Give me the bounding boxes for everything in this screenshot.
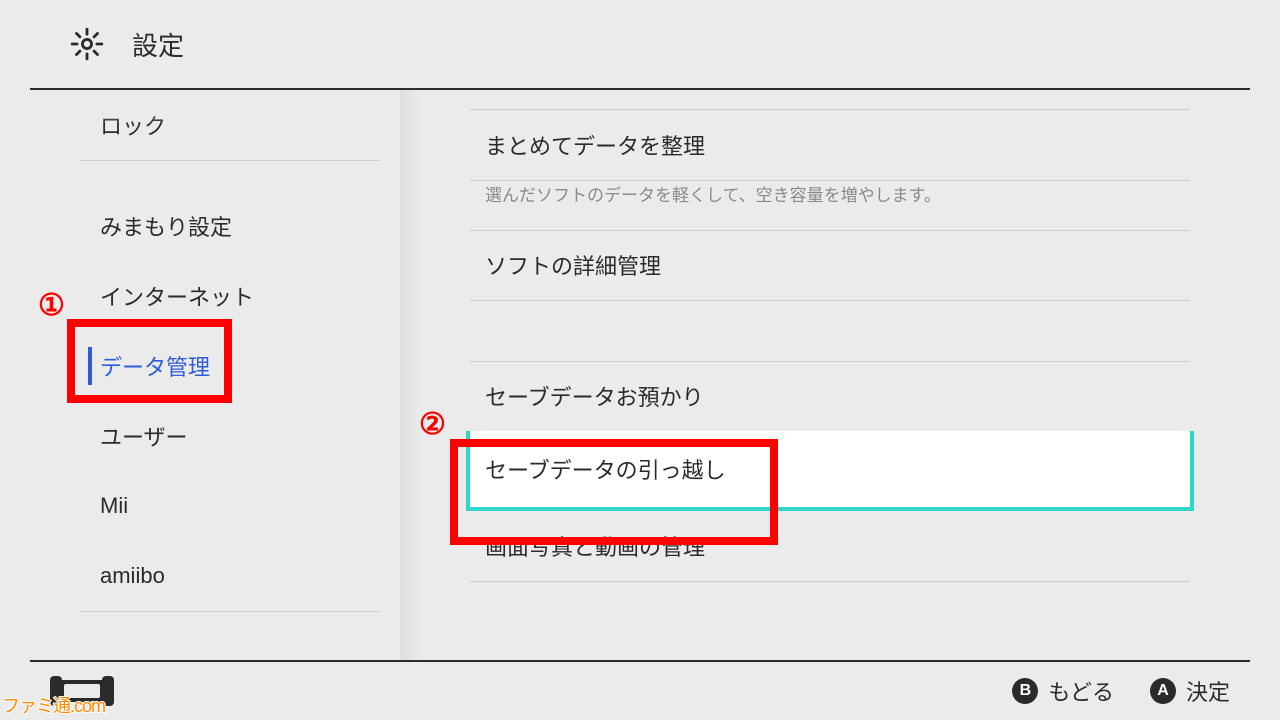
sidebar-item-mii[interactable]: Mii [0,471,410,541]
sidebar-item-users[interactable]: ユーザー [0,401,410,471]
sidebar-item-label: ユーザー [100,420,188,452]
sidebar-item-label: ロック [100,109,166,141]
header: 設定 [0,0,1280,88]
sidebar-item-amiibo[interactable]: amiibo [0,541,410,611]
sidebar-item-data-management[interactable]: データ管理 [0,331,410,401]
sidebar-item-parental[interactable]: みまもり設定 [0,191,410,261]
content-pane: まとめてデータを整理 選んだソフトのデータを軽くして、空き容量を増やします。 ソ… [470,90,1190,660]
watermark: ファミ通.com [2,692,105,718]
b-button-icon: B [1012,678,1038,704]
content-divider [470,581,1190,582]
hint-label: もどる [1048,675,1114,707]
row-label: セーブデータの引っ越し [485,453,726,485]
settings-sidebar: ロック みまもり設定 インターネット データ管理 ユーザー Mii amiibo [0,90,410,660]
sidebar-divider [80,611,380,612]
annotation-number-2: ② [419,407,446,442]
sidebar-item-label: インターネット [100,280,254,312]
row-description: 選んだソフトのデータを軽くして、空き容量を増やします。 [470,181,1190,230]
content-divider [470,90,1190,110]
row-label: セーブデータお預かり [485,380,704,412]
sidebar-item-internet[interactable]: インターネット [0,261,410,331]
sidebar-item-label: みまもり設定 [100,210,232,242]
sidebar-item-label: データ管理 [100,350,210,382]
footer: B もどる A 決定 [0,662,1280,720]
a-button-icon: A [1150,678,1176,704]
hint-a-ok: A 決定 [1150,675,1230,707]
row-screenshots[interactable]: 画面写真と動画の管理 [470,511,1190,581]
row-label: 画面写真と動画の管理 [485,530,705,562]
row-bulk-organize[interactable]: まとめてデータを整理 [470,110,1190,180]
row-label: ソフトの詳細管理 [485,249,661,281]
page-title: 設定 [132,26,184,63]
sidebar-item-label: amiibo [100,563,165,589]
sidebar-item-lock[interactable]: ロック [0,90,410,160]
hint-label: 決定 [1186,675,1230,707]
row-save-transfer[interactable]: セーブデータの引っ越し [466,431,1194,511]
gear-icon [70,27,104,61]
row-software-detail[interactable]: ソフトの詳細管理 [470,230,1190,300]
hint-b-back: B もどる [1012,675,1114,707]
row-save-cloud[interactable]: セーブデータお預かり [470,361,1190,431]
row-label: まとめてデータを整理 [485,129,705,161]
sidebar-item-label: Mii [100,493,128,519]
